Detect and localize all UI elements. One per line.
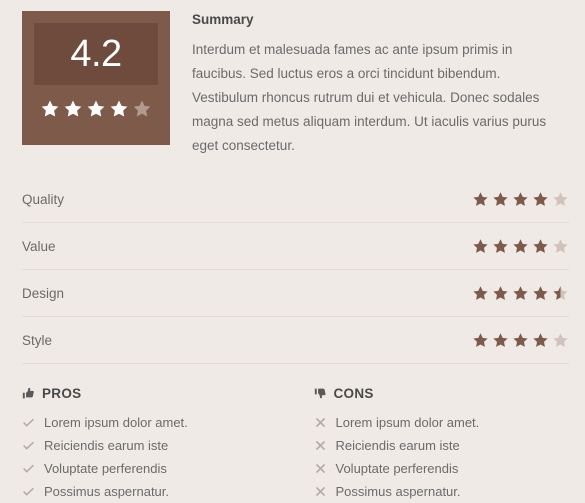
list-item-label: Voluptate perferendis <box>44 461 167 476</box>
rating-star-full <box>472 238 489 255</box>
ratings-list: Quality Value Design Style <box>0 176 585 364</box>
thumbs-up-icon <box>22 387 35 400</box>
score-value-container: 4.2 <box>34 23 158 85</box>
rating-star-full <box>532 285 549 302</box>
rating-label: Value <box>22 238 56 254</box>
summary-text: Interdum et malesuada fames ac ante ipsu… <box>192 42 547 153</box>
pros-title: PROS <box>42 386 82 401</box>
rating-star-full <box>492 238 509 255</box>
score-star-full <box>109 99 129 119</box>
list-item-label: Lorem ipsum dolor amet. <box>44 415 188 430</box>
list-item-label: Voluptate perferendis <box>335 461 459 476</box>
cross-icon <box>314 485 327 498</box>
rating-star-empty <box>552 238 569 255</box>
rating-star-rating <box>472 191 569 208</box>
list-item-label: Possimus aspernatur. <box>335 484 461 499</box>
rating-star-half <box>552 285 569 302</box>
rating-star-full <box>492 285 509 302</box>
rating-star-rating <box>472 238 569 255</box>
rating-star-full <box>532 191 549 208</box>
rating-star-rating <box>472 332 569 349</box>
list-item: Voluptate perferendis <box>22 457 296 480</box>
score-star-full <box>86 99 106 119</box>
rating-star-full <box>512 285 529 302</box>
list-item: Reiciendis earum iste <box>314 434 570 457</box>
review-header: 4.2 Summary Interdum et malesuada fames … <box>0 0 585 158</box>
score-box: 4.2 <box>22 11 170 145</box>
pros-heading: PROS <box>22 386 296 401</box>
rating-row: Style <box>22 317 569 364</box>
rating-star-full <box>492 332 509 349</box>
list-item-label: Reiciendis earum iste <box>335 438 460 453</box>
summary-section: Summary Interdum et malesuada fames ac a… <box>170 11 569 158</box>
rating-label: Quality <box>22 191 65 207</box>
list-item: Voluptate perferendis <box>314 457 570 480</box>
score-star-empty <box>132 99 152 119</box>
list-item-label: Reiciendis earum iste <box>44 438 169 453</box>
score-value: 4.2 <box>70 33 122 75</box>
rating-star-empty <box>552 332 569 349</box>
cons-title: CONS <box>333 386 374 401</box>
rating-star-empty <box>552 191 569 208</box>
pros-list: Lorem ipsum dolor amet. Reiciendis earum … <box>22 411 296 503</box>
cons-column: CONS Lorem ipsum dolor amet. Reiciendis e… <box>296 386 570 503</box>
list-item: Lorem ipsum dolor amet. <box>22 411 296 434</box>
rating-row: Design <box>22 270 569 317</box>
cons-list: Lorem ipsum dolor amet. Reiciendis earum … <box>314 411 570 503</box>
rating-star-full <box>472 191 489 208</box>
cross-icon <box>314 462 327 475</box>
rating-star-full <box>532 332 549 349</box>
summary-title: Summary <box>192 12 254 27</box>
list-item: Possimus aspernatur. <box>22 480 296 503</box>
check-icon <box>22 485 35 498</box>
rating-row: Quality <box>22 176 569 223</box>
list-item-label: Lorem ipsum dolor amet. <box>335 415 480 430</box>
thumbs-down-icon <box>314 387 327 400</box>
check-icon <box>22 439 35 452</box>
pros-column: PROS Lorem ipsum dolor amet. Reiciendis e… <box>22 386 296 503</box>
rating-star-full <box>492 191 509 208</box>
score-star-rating <box>40 99 152 119</box>
list-item: Reiciendis earum iste <box>22 434 296 457</box>
list-item: Possimus aspernatur. <box>314 480 570 503</box>
check-icon <box>22 416 35 429</box>
rating-star-full <box>472 285 489 302</box>
rating-label: Design <box>22 285 65 301</box>
rating-star-full <box>512 238 529 255</box>
rating-star-full <box>512 332 529 349</box>
cross-icon <box>314 439 327 452</box>
list-item: Lorem ipsum dolor amet. <box>314 411 570 434</box>
rating-star-full <box>532 238 549 255</box>
check-icon <box>22 462 35 475</box>
rating-star-full <box>512 191 529 208</box>
verdict-section: PROS Lorem ipsum dolor amet. Reiciendis e… <box>0 364 585 503</box>
cons-heading: CONS <box>314 386 570 401</box>
rating-star-rating <box>472 285 569 302</box>
rating-row: Value <box>22 223 569 270</box>
score-star-full <box>40 99 60 119</box>
rating-star-full <box>472 332 489 349</box>
review-widget: 4.2 Summary Interdum et malesuada fames … <box>0 0 585 501</box>
list-item-label: Possimus aspernatur. <box>44 484 170 499</box>
cross-icon <box>314 416 327 429</box>
rating-label: Style <box>22 332 53 348</box>
score-star-full <box>63 99 83 119</box>
